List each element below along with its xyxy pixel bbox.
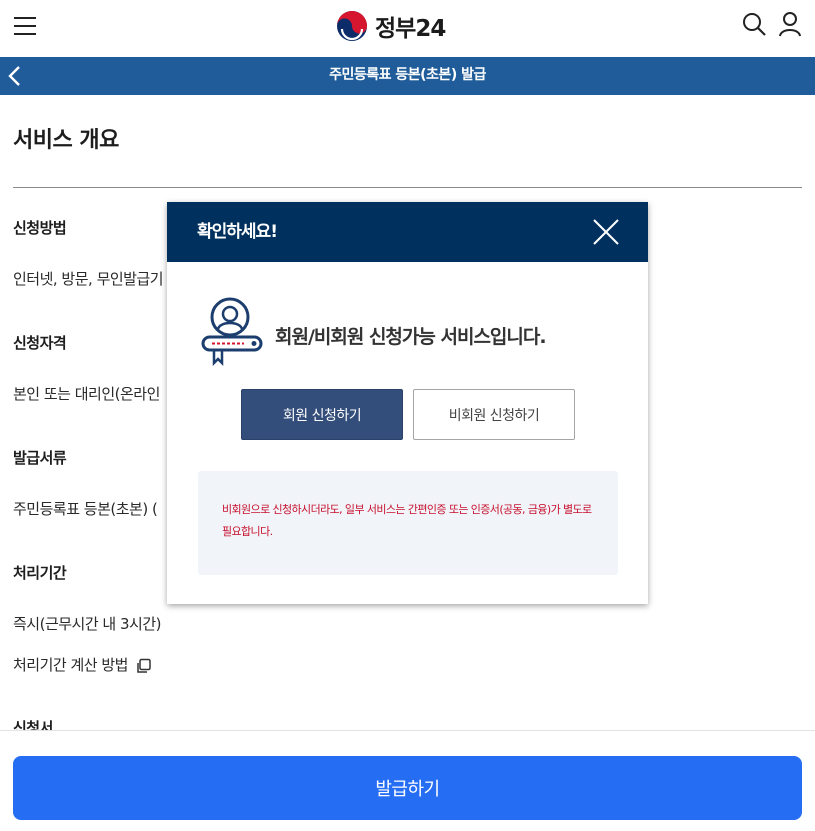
processing-time-calc-link[interactable]: 처리기간 계산 방법 (13, 654, 152, 675)
documents-value: 주민등록표 등본(초본) ( (13, 500, 158, 518)
bottom-action-bar: 발급하기 (0, 730, 815, 831)
apply-method-label: 신청방법 (13, 219, 67, 237)
page-title: 주민등록표 등본(초본) 발급 (329, 67, 486, 83)
member-apply-button[interactable]: 회원 신청하기 (241, 389, 403, 440)
confirm-modal: 확인하세요! 회원/비회원 신청가능 서비스입니다. 회원 신청하기 비회원 신… (167, 202, 648, 604)
processing-time-label: 처리기간 (13, 564, 67, 582)
apply-method-value: 인터넷, 방문, 무인발급기 (13, 270, 164, 288)
modal-header: 확인하세요! (167, 202, 648, 262)
eligibility-value: 본인 또는 대리인(온라인 (13, 385, 160, 403)
modal-title: 확인하세요! (197, 222, 278, 242)
modal-message: 회원/비회원 신청가능 서비스입니다. (275, 326, 547, 348)
nonmember-apply-button[interactable]: 비회원 신청하기 (413, 389, 575, 440)
notice-text: 비회원으로 신청하시더라도, 일부 서비스는 간편인증 또는 인증서(공동, 금… (222, 503, 592, 538)
user-certificate-icon (201, 297, 263, 367)
user-icon[interactable] (777, 11, 803, 37)
logo-text: 정부24 (375, 16, 446, 42)
divider (13, 187, 802, 188)
taeguk-logo-icon (337, 11, 367, 41)
external-link-icon[interactable] (136, 658, 152, 674)
eligibility-label: 신청자격 (13, 334, 67, 352)
processing-time-value: 즉시(근무시간 내 3시간) (13, 615, 162, 633)
notice-box: 비회원으로 신청하시더라도, 일부 서비스는 간편인증 또는 인증서(공동, 금… (198, 471, 618, 575)
logo[interactable]: 정부24 (336, 10, 446, 42)
processing-time-calc-label[interactable]: 처리기간 계산 방법 (13, 656, 128, 674)
search-icon[interactable] (741, 11, 767, 37)
issue-button[interactable]: 발급하기 (13, 756, 802, 820)
page-title-bar: 주민등록표 등본(초본) 발급 (0, 57, 815, 95)
close-icon[interactable] (591, 217, 621, 247)
section-title: 서비스 개요 (13, 128, 119, 153)
documents-label: 발급서류 (13, 449, 67, 467)
top-header: 정부24 (0, 0, 815, 56)
hamburger-menu-icon[interactable] (14, 14, 36, 38)
